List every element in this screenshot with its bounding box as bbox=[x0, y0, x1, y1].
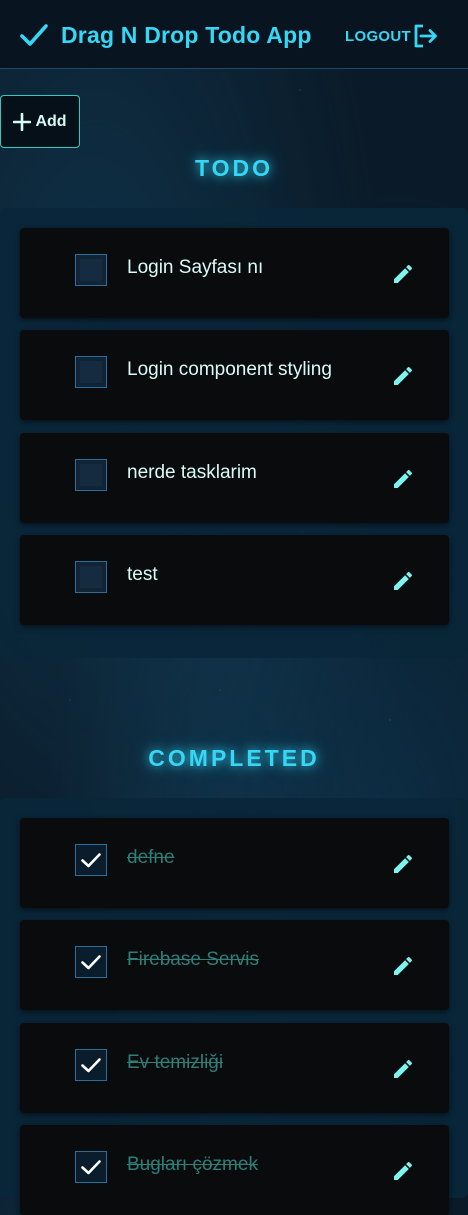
todo-card[interactable]: Login component styling bbox=[20, 330, 449, 420]
plus-icon bbox=[13, 112, 35, 131]
todo-text: Login component styling bbox=[127, 359, 332, 380]
completed-text: Firebase Servis bbox=[127, 949, 259, 970]
add-button[interactable]: Add bbox=[0, 95, 80, 148]
completed-text: defne bbox=[127, 847, 175, 868]
pencil-icon[interactable] bbox=[391, 1057, 415, 1081]
logout-icon bbox=[411, 23, 440, 49]
pencil-icon[interactable] bbox=[391, 852, 415, 876]
completed-card[interactable]: Firebase Servis bbox=[20, 920, 449, 1010]
pencil-icon[interactable] bbox=[391, 1159, 415, 1183]
pencil-icon[interactable] bbox=[391, 262, 415, 286]
app-header: Drag N Drop Todo App LOGOUT bbox=[0, 0, 468, 69]
completed-text: Bugları çözmek bbox=[127, 1154, 258, 1175]
completed-card[interactable]: Bugları çözmek bbox=[20, 1125, 449, 1215]
todo-checkbox[interactable] bbox=[75, 254, 107, 286]
todo-text: test bbox=[127, 564, 158, 585]
todo-card[interactable]: Login Sayfası nı bbox=[20, 228, 449, 318]
completed-list: defne Firebase Servis Ev temizliği Bugla… bbox=[0, 798, 468, 1215]
todo-text: nerde tasklarim bbox=[127, 462, 257, 483]
completed-checkbox[interactable] bbox=[75, 946, 107, 978]
todo-checkbox[interactable] bbox=[75, 561, 107, 593]
completed-text: Ev temizliği bbox=[127, 1052, 224, 1073]
check-icon bbox=[19, 20, 49, 50]
completed-card[interactable]: Ev temizliği bbox=[20, 1023, 449, 1113]
completed-heading: COMPLETED bbox=[148, 745, 320, 771]
completed-checkbox[interactable] bbox=[75, 1151, 107, 1183]
pencil-icon[interactable] bbox=[391, 467, 415, 491]
logout-label: LOGOUT bbox=[345, 27, 411, 45]
completed-checkbox[interactable] bbox=[75, 1049, 107, 1081]
todo-card[interactable]: nerde tasklarim bbox=[20, 433, 449, 523]
pencil-icon[interactable] bbox=[391, 364, 415, 388]
todo-card[interactable]: test bbox=[20, 535, 449, 625]
completed-card[interactable]: defne bbox=[20, 818, 449, 908]
brand: Drag N Drop Todo App bbox=[19, 20, 312, 50]
pencil-icon[interactable] bbox=[391, 569, 415, 593]
completed-checkbox[interactable] bbox=[75, 844, 107, 876]
todo-checkbox[interactable] bbox=[75, 356, 107, 388]
logout-button[interactable]: LOGOUT bbox=[345, 23, 440, 49]
todo-heading: TODO bbox=[194, 155, 274, 181]
todo-checkbox[interactable] bbox=[75, 459, 107, 491]
app-title: Drag N Drop Todo App bbox=[61, 21, 312, 48]
todo-text: Login Sayfası nı bbox=[127, 257, 264, 278]
todo-list: Login Sayfası nı Login component styling… bbox=[0, 208, 468, 658]
add-button-label: Add bbox=[35, 112, 67, 130]
pencil-icon[interactable] bbox=[391, 954, 415, 978]
